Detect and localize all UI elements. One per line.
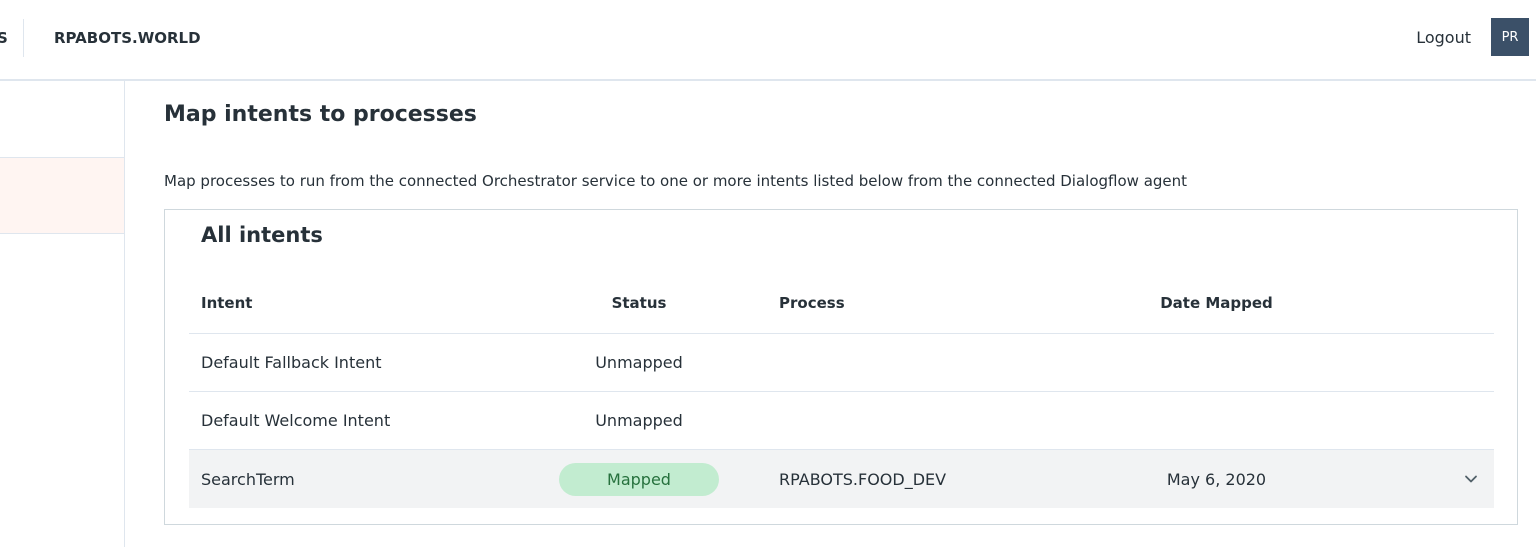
status-text: Unmapped bbox=[595, 411, 683, 430]
process-name: RPABOTS.FOOD_DEV bbox=[779, 469, 947, 489]
process-name bbox=[779, 392, 1119, 449]
date-mapped bbox=[1129, 392, 1304, 449]
column-header-status: Status bbox=[611, 293, 667, 312]
table-row[interactable]: Default Fallback Intent Unmapped bbox=[189, 334, 1494, 392]
sidebar bbox=[0, 81, 125, 547]
intent-name: Default Fallback Intent bbox=[201, 353, 382, 372]
header-divider bbox=[23, 19, 24, 57]
sidebar-item-1[interactable] bbox=[0, 81, 124, 158]
status-badge: Mapped bbox=[559, 462, 719, 496]
intent-name: SearchTerm bbox=[201, 469, 295, 489]
intents-card: All intents Intent Status Process Date M… bbox=[164, 209, 1518, 525]
card-title: All intents bbox=[201, 223, 323, 247]
avatar[interactable]: PR bbox=[1491, 18, 1529, 56]
top-header: S RPABOTS.WORLD Logout PR bbox=[0, 0, 1536, 81]
intents-table: Intent Status Process Date Mapped Defaul… bbox=[189, 272, 1494, 508]
sidebar-item-active[interactable] bbox=[0, 158, 124, 234]
process-name bbox=[779, 334, 1119, 391]
intent-name: Default Welcome Intent bbox=[201, 411, 391, 430]
column-header-process: Process bbox=[779, 293, 845, 312]
status-cell: Mapped bbox=[559, 450, 719, 508]
page-title: Map intents to processes bbox=[164, 102, 477, 127]
table-row[interactable]: Default Welcome Intent Unmapped bbox=[189, 392, 1494, 450]
page-description: Map processes to run from the connected … bbox=[164, 172, 1188, 190]
tenant-name[interactable]: RPABOTS.WORLD bbox=[54, 29, 201, 47]
status-text: Unmapped bbox=[595, 353, 683, 372]
column-header-intent: Intent bbox=[201, 293, 253, 312]
chevron-down-icon bbox=[1465, 475, 1477, 483]
product-name-partial: S bbox=[0, 29, 8, 47]
table-header-row: Intent Status Process Date Mapped bbox=[189, 272, 1494, 334]
expand-row-button[interactable] bbox=[1459, 450, 1483, 508]
logout-link[interactable]: Logout bbox=[1416, 28, 1471, 47]
table-row-selected[interactable]: SearchTerm Mapped RPABOTS.FOOD_DEV May 6… bbox=[189, 450, 1494, 508]
column-header-date-mapped: Date Mapped bbox=[1160, 293, 1273, 312]
date-mapped: May 6, 2020 bbox=[1166, 469, 1267, 489]
date-mapped bbox=[1129, 334, 1304, 391]
